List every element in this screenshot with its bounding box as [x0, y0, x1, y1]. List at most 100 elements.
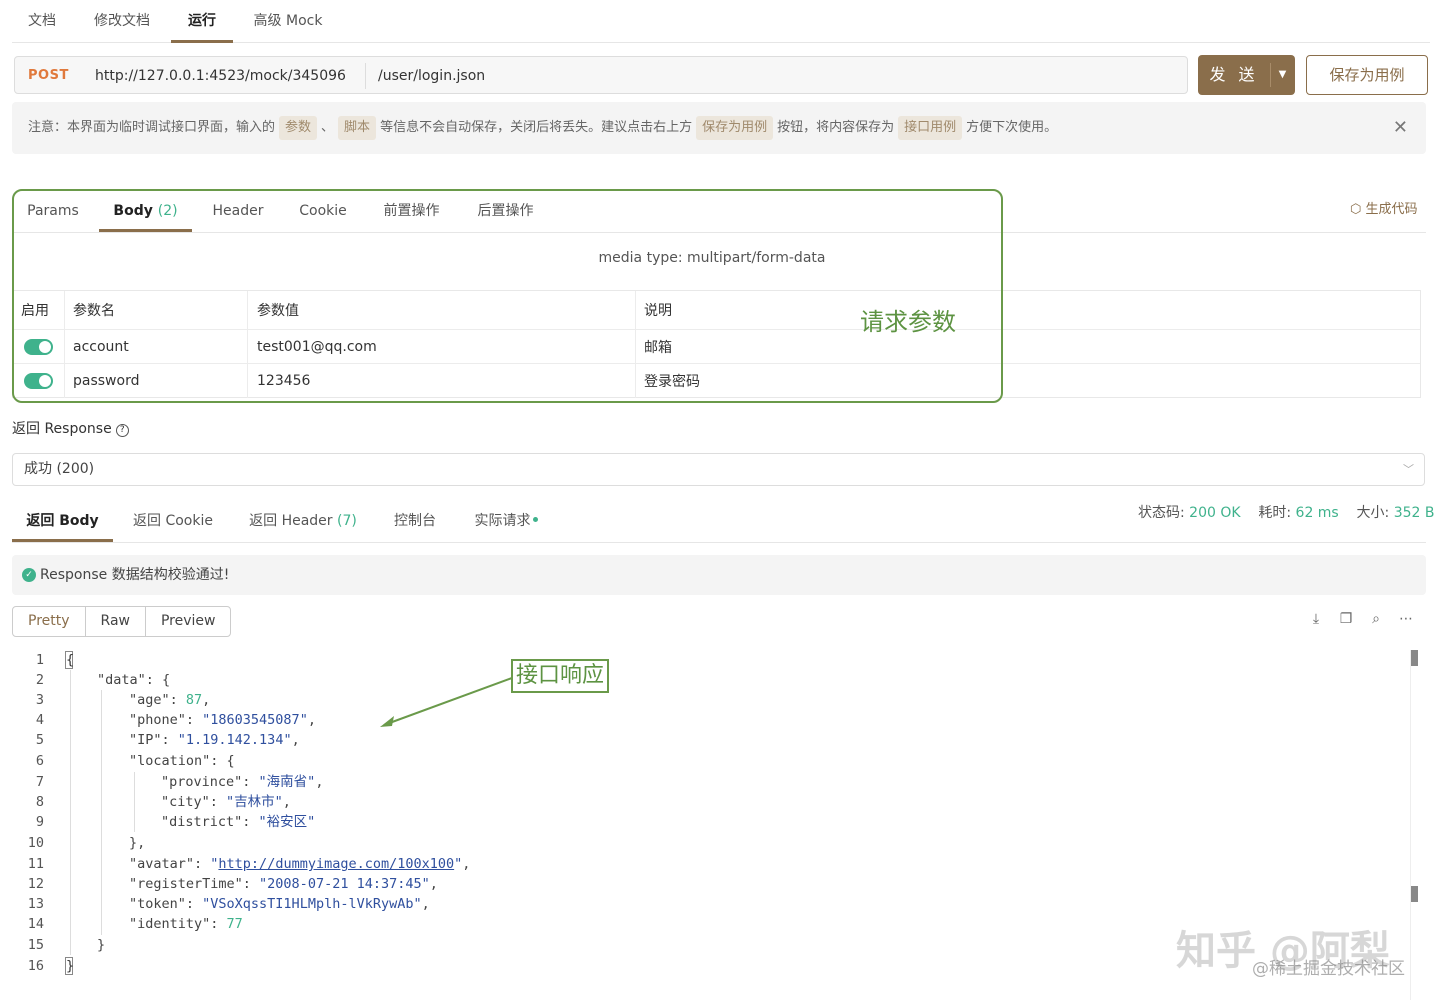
- code-text: "IP": "1.19.142.134",: [129, 732, 300, 748]
- view-mode-switch: Pretty Raw Preview: [12, 606, 232, 637]
- response-title: 返回 Response?: [12, 418, 129, 438]
- param-value-cell[interactable]: 123456: [248, 364, 636, 398]
- response-select[interactable]: 成功 (200) ﹀: [12, 453, 1425, 486]
- response-select-value: 成功 (200): [24, 461, 95, 477]
- generate-code-link[interactable]: ⬡ 生成代码: [1350, 198, 1418, 217]
- method-select[interactable]: POST: [28, 57, 69, 95]
- tab-actual-request-label: 实际请求: [474, 513, 531, 529]
- status-code-value: 200 OK: [1189, 505, 1241, 521]
- line-number: 8: [35, 794, 44, 810]
- col-param-name: 参数名: [65, 291, 248, 329]
- params-table: 启用 参数名 参数值 说明 account test001@qq.com 邮箱 …: [12, 290, 1421, 398]
- table-row: account test001@qq.com 邮箱: [13, 330, 1420, 364]
- tab-advanced-mock[interactable]: 高级 Mock: [248, 0, 328, 43]
- tab-response-header[interactable]: 返回 Header (7): [244, 500, 362, 542]
- tab-edit-docs[interactable]: 修改文档: [88, 0, 156, 43]
- tab-header[interactable]: Header: [204, 190, 272, 232]
- enable-toggle[interactable]: [24, 373, 53, 389]
- view-raw-button[interactable]: Raw: [86, 607, 146, 636]
- scrollbar-thumb[interactable]: [1411, 886, 1418, 902]
- tab-console[interactable]: 控制台: [385, 500, 445, 542]
- notice-text-part: 等信息不会自动保存，关闭后将丢失。建议点击右上方: [380, 120, 693, 135]
- path-input[interactable]: /user/login.json: [365, 63, 485, 89]
- time-value: 62 ms: [1295, 505, 1339, 521]
- code-text: }: [66, 958, 75, 974]
- tab-cookie[interactable]: Cookie: [290, 190, 356, 232]
- notice-banner: 注意：本界面为临时调试接口界面，输入的 参数、脚本 等信息不会自动保存，关闭后将丢失…: [12, 102, 1426, 154]
- tab-pre-actions[interactable]: 前置操作: [374, 190, 449, 232]
- status-code-label: 状态码:: [1138, 505, 1185, 521]
- code-text: {: [66, 652, 75, 668]
- time-label: 耗时:: [1258, 505, 1292, 521]
- param-name-cell[interactable]: password: [65, 364, 248, 398]
- status-dot-icon: [532, 517, 538, 522]
- view-preview-button[interactable]: Preview: [146, 607, 230, 636]
- validation-bar: ✓ Response 数据结构校验通过!: [12, 555, 1426, 595]
- send-button-label[interactable]: 发 送: [1198, 55, 1270, 95]
- size-label: 大小:: [1356, 505, 1390, 521]
- download-icon[interactable]: ⤓: [1308, 611, 1324, 627]
- scrollbar-thumb[interactable]: [1411, 650, 1418, 666]
- tab-docs[interactable]: 文档: [22, 0, 62, 43]
- save-as-case-button[interactable]: 保存为用例: [1306, 55, 1428, 95]
- line-number: 14: [27, 916, 44, 932]
- send-button[interactable]: 发 送 ▼: [1198, 55, 1295, 95]
- param-name-cell[interactable]: account: [65, 330, 248, 363]
- scrollbar-track[interactable]: [1410, 650, 1411, 1000]
- copy-icon[interactable]: ❐: [1338, 611, 1354, 627]
- check-icon: ✓: [22, 568, 36, 582]
- chevron-down-icon[interactable]: ▼: [1270, 55, 1295, 95]
- tab-response-header-label: 返回 Header: [249, 513, 333, 529]
- annotation-arrow: [380, 677, 513, 727]
- view-pretty-button[interactable]: Pretty: [13, 607, 86, 636]
- line-number: 9: [35, 814, 44, 830]
- param-desc-cell[interactable]: 邮箱: [636, 330, 1420, 363]
- generate-code-label: 生成代码: [1365, 202, 1418, 217]
- size-value: 352 B: [1393, 505, 1435, 521]
- line-number: 5: [35, 732, 44, 748]
- response-stats: 状态码: 200 OK 耗时: 62 ms 大小: 352 B: [1138, 502, 1435, 522]
- code-text: "avatar": "http://dummyimage.com/100x100…: [129, 856, 471, 872]
- line-number: 1: [35, 652, 44, 668]
- code-text: "district": "裕安区": [161, 814, 316, 830]
- code-text: "identity": 77: [129, 916, 243, 932]
- request-annotation-label: 请求参数: [860, 308, 956, 336]
- code-text: "location": {: [129, 753, 235, 769]
- code-text: },: [129, 835, 146, 851]
- more-icon[interactable]: ⋯: [1398, 611, 1414, 627]
- close-icon[interactable]: ✕: [1393, 102, 1408, 154]
- tab-body[interactable]: Body (2): [99, 190, 192, 232]
- tab-actual-request[interactable]: 实际请求: [466, 500, 546, 542]
- notice-tag-params: 参数: [279, 116, 318, 140]
- line-number: 11: [27, 856, 44, 872]
- tab-params[interactable]: Params: [16, 190, 90, 232]
- help-icon[interactable]: ?: [115, 424, 129, 437]
- code-text: "token": "VSoXqssTI1HLMplh-lVkRywAb",: [129, 896, 430, 912]
- tab-post-actions[interactable]: 后置操作: [468, 190, 543, 232]
- code-text: "province": "海南省",: [161, 774, 324, 790]
- line-number: 12: [27, 876, 44, 892]
- enable-toggle[interactable]: [24, 338, 53, 355]
- response-tabs-divider: [12, 542, 1426, 543]
- tab-run[interactable]: 运行: [171, 0, 233, 43]
- tab-body-label: Body: [113, 203, 153, 219]
- indent-guide: [134, 772, 135, 832]
- param-value-cell[interactable]: test001@qq.com: [248, 330, 636, 363]
- validation-text: Response 数据结构校验通过!: [40, 567, 230, 583]
- notice-tag-script: 脚本: [338, 116, 377, 140]
- tab-response-cookie[interactable]: 返回 Cookie: [126, 500, 220, 542]
- response-annotation-label: 接口响应: [511, 659, 610, 693]
- arrow-head: [380, 716, 394, 727]
- line-number: 4: [35, 712, 44, 728]
- search-icon[interactable]: ⌕: [1368, 611, 1384, 627]
- line-number: 16: [27, 958, 44, 974]
- tab-response-body[interactable]: 返回 Body: [12, 500, 113, 542]
- code-text: "phone": "18603545087",: [129, 712, 316, 728]
- line-number: 3: [35, 692, 44, 708]
- col-param-value: 参数值: [248, 291, 636, 329]
- col-enabled: 启用: [13, 291, 65, 329]
- param-desc-cell[interactable]: 登录密码: [636, 364, 1420, 398]
- line-number: 2: [35, 672, 44, 688]
- base-url[interactable]: http://127.0.0.1:4523/mock/345096: [95, 57, 346, 95]
- url-bar[interactable]: POST http://127.0.0.1:4523/mock/345096 /…: [14, 56, 1188, 94]
